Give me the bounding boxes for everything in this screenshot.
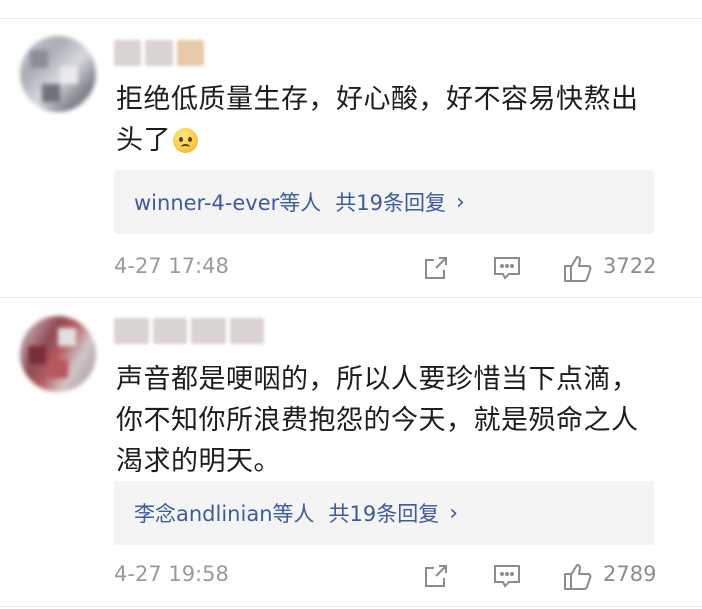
avatar[interactable] — [20, 316, 96, 392]
divider — [0, 606, 702, 607]
replies-count: 共19条回复 — [328, 502, 440, 526]
like-button[interactable] — [560, 558, 596, 594]
comment-button[interactable] — [489, 250, 525, 286]
thumbs-up-icon — [564, 256, 592, 282]
like-count: 2789 — [603, 562, 657, 586]
replies-link[interactable]: winner-4-ever等人 共19条回复 › — [114, 170, 654, 234]
chevron-right-icon: › — [456, 189, 465, 215]
replies-count: 共19条回复 — [335, 191, 446, 215]
divider — [0, 297, 702, 298]
share-icon — [425, 565, 447, 587]
comment-text: 拒绝低质量生存，好心酸，好不容易快熬出 头了 — [116, 79, 656, 161]
comment-icon — [494, 257, 520, 280]
sad-face-emoji-icon — [173, 128, 198, 153]
replies-names: winner-4-ever等人 — [134, 191, 322, 215]
comment-text-line: 你不知你所浪费抱怨的今天，就是殒命之人 — [116, 405, 639, 436]
username-blurred[interactable] — [114, 318, 264, 344]
comment-item: 声音都是哽咽的，所以人要珍惜当下点滴， 你不知你所浪费抱怨的今天，就是殒命之人 … — [0, 300, 702, 609]
comment-text-line: 拒绝低质量生存，好心酸，好不容易快熬出 — [116, 84, 639, 115]
like-count: 3722 — [603, 254, 657, 278]
like-button[interactable] — [560, 250, 596, 286]
comment-text-line: 声音都是哽咽的，所以人要珍惜当下点滴， — [116, 364, 639, 395]
share-button[interactable] — [418, 250, 454, 286]
timestamp: 4-27 19:58 — [114, 562, 229, 586]
comment-meta-bar: 4-27 17:48 3722 — [0, 250, 702, 286]
avatar[interactable] — [20, 36, 96, 112]
timestamp: 4-27 17:48 — [114, 254, 229, 278]
comment-icon — [494, 565, 520, 588]
comment-meta-bar: 4-27 19:58 2789 — [0, 558, 702, 594]
comment-button[interactable] — [489, 558, 525, 594]
username-blurred[interactable] — [114, 40, 204, 66]
chevron-right-icon: › — [449, 500, 459, 526]
share-icon — [425, 257, 447, 279]
comment-text: 声音都是哽咽的，所以人要珍惜当下点滴， 你不知你所浪费抱怨的今天，就是殒命之人 … — [116, 359, 676, 482]
replies-names: 李念andlinian等人 — [134, 502, 315, 526]
replies-link[interactable]: 李念andlinian等人 共19条回复 › — [114, 481, 654, 545]
comment-text-line: 渴求的明天。 — [116, 446, 281, 477]
comment-text-line: 头了 — [116, 120, 656, 161]
thumbs-up-icon — [564, 564, 592, 590]
comment-item: 拒绝低质量生存，好心酸，好不容易快熬出 头了 winner-4-ever等人 共… — [0, 0, 702, 300]
share-button[interactable] — [418, 558, 454, 594]
